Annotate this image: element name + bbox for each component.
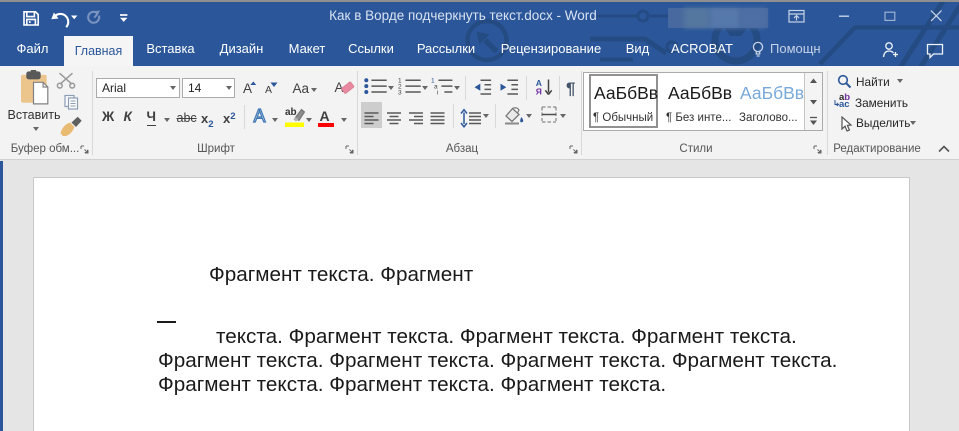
svg-text:i: i — [437, 89, 438, 96]
svg-text:3: 3 — [398, 89, 402, 96]
svg-text:¶: ¶ — [566, 79, 575, 98]
svg-text:Я: Я — [536, 87, 542, 97]
